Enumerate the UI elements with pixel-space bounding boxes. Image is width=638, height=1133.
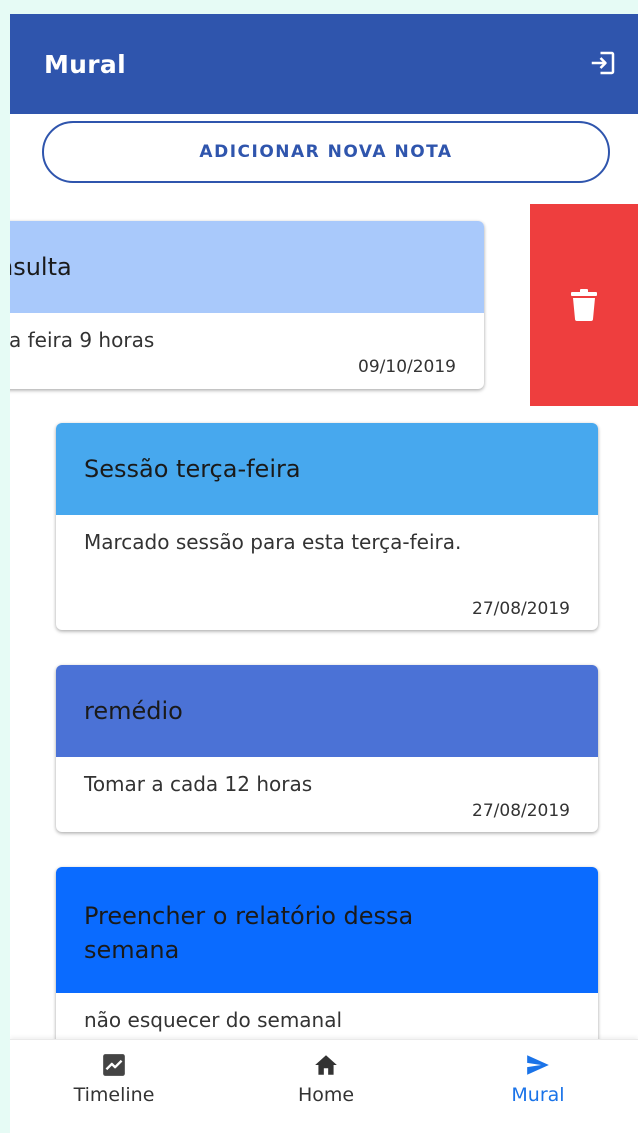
note-card[interactable]: Sessão terça-feira Marcado sessão para e… [56,423,598,630]
note-text: Marcado sessão para esta terça-feira. [84,530,462,554]
home-icon [315,1055,337,1075]
note-card[interactable]: remédio Tomar a cada 12 horas 27/08/2019 [56,665,598,832]
note-text: Tomar a cada 12 horas [84,772,313,796]
note-date: 27/08/2019 [472,801,570,821]
send-icon [527,1055,549,1075]
delete-swipe-action[interactable] [530,204,638,406]
nav-home[interactable]: Home [256,1052,396,1106]
note-body: ca feira 9 horas [10,313,484,361]
nav-label: Home [297,1084,355,1106]
add-note-button[interactable]: ADICIONAR NOVA NOTA [42,121,610,183]
note-title-bar: remédio [56,665,598,757]
note-body: não esquecer do semanal [56,993,598,1041]
note-card[interactable]: nsulta ca feira 9 horas 09/10/2019 [10,221,484,389]
note-body: Marcado sessão para esta terça-feira. [56,515,598,563]
page-title: Mural [44,50,126,79]
note-title-bar: Sessão terça-feira [56,423,598,515]
note-text: ca feira 9 horas [10,328,155,352]
timeline-icon [103,1054,125,1076]
nav-label: Timeline [73,1084,155,1106]
nav-label: Mural [511,1084,565,1106]
note-card[interactable]: Preencher o relatório dessa semana não e… [56,867,598,1067]
nav-mural[interactable]: Mural [468,1052,608,1106]
bottom-navigation: Timeline Home Mural [10,1039,638,1133]
note-date: 27/08/2019 [472,599,570,619]
note-body: Tomar a cada 12 horas [56,757,598,805]
trash-icon [571,289,597,321]
note-title: remédio [84,697,183,725]
note-title-bar: Preencher o relatório dessa semana [56,867,598,993]
note-title: Preencher o relatório dessa semana [84,902,414,964]
nav-timeline[interactable]: Timeline [44,1052,184,1106]
note-title: nsulta [10,253,72,281]
logout-icon[interactable] [588,48,618,78]
note-text: não esquecer do semanal [84,1008,343,1032]
note-title: Sessão terça-feira [84,455,301,483]
note-title-bar: nsulta [10,221,484,313]
note-date: 09/10/2019 [358,357,456,377]
app-screen: Mural ADICIONAR NOVA NOTA nsulta ca feir… [10,14,638,1133]
app-bar: Mural [10,14,638,114]
